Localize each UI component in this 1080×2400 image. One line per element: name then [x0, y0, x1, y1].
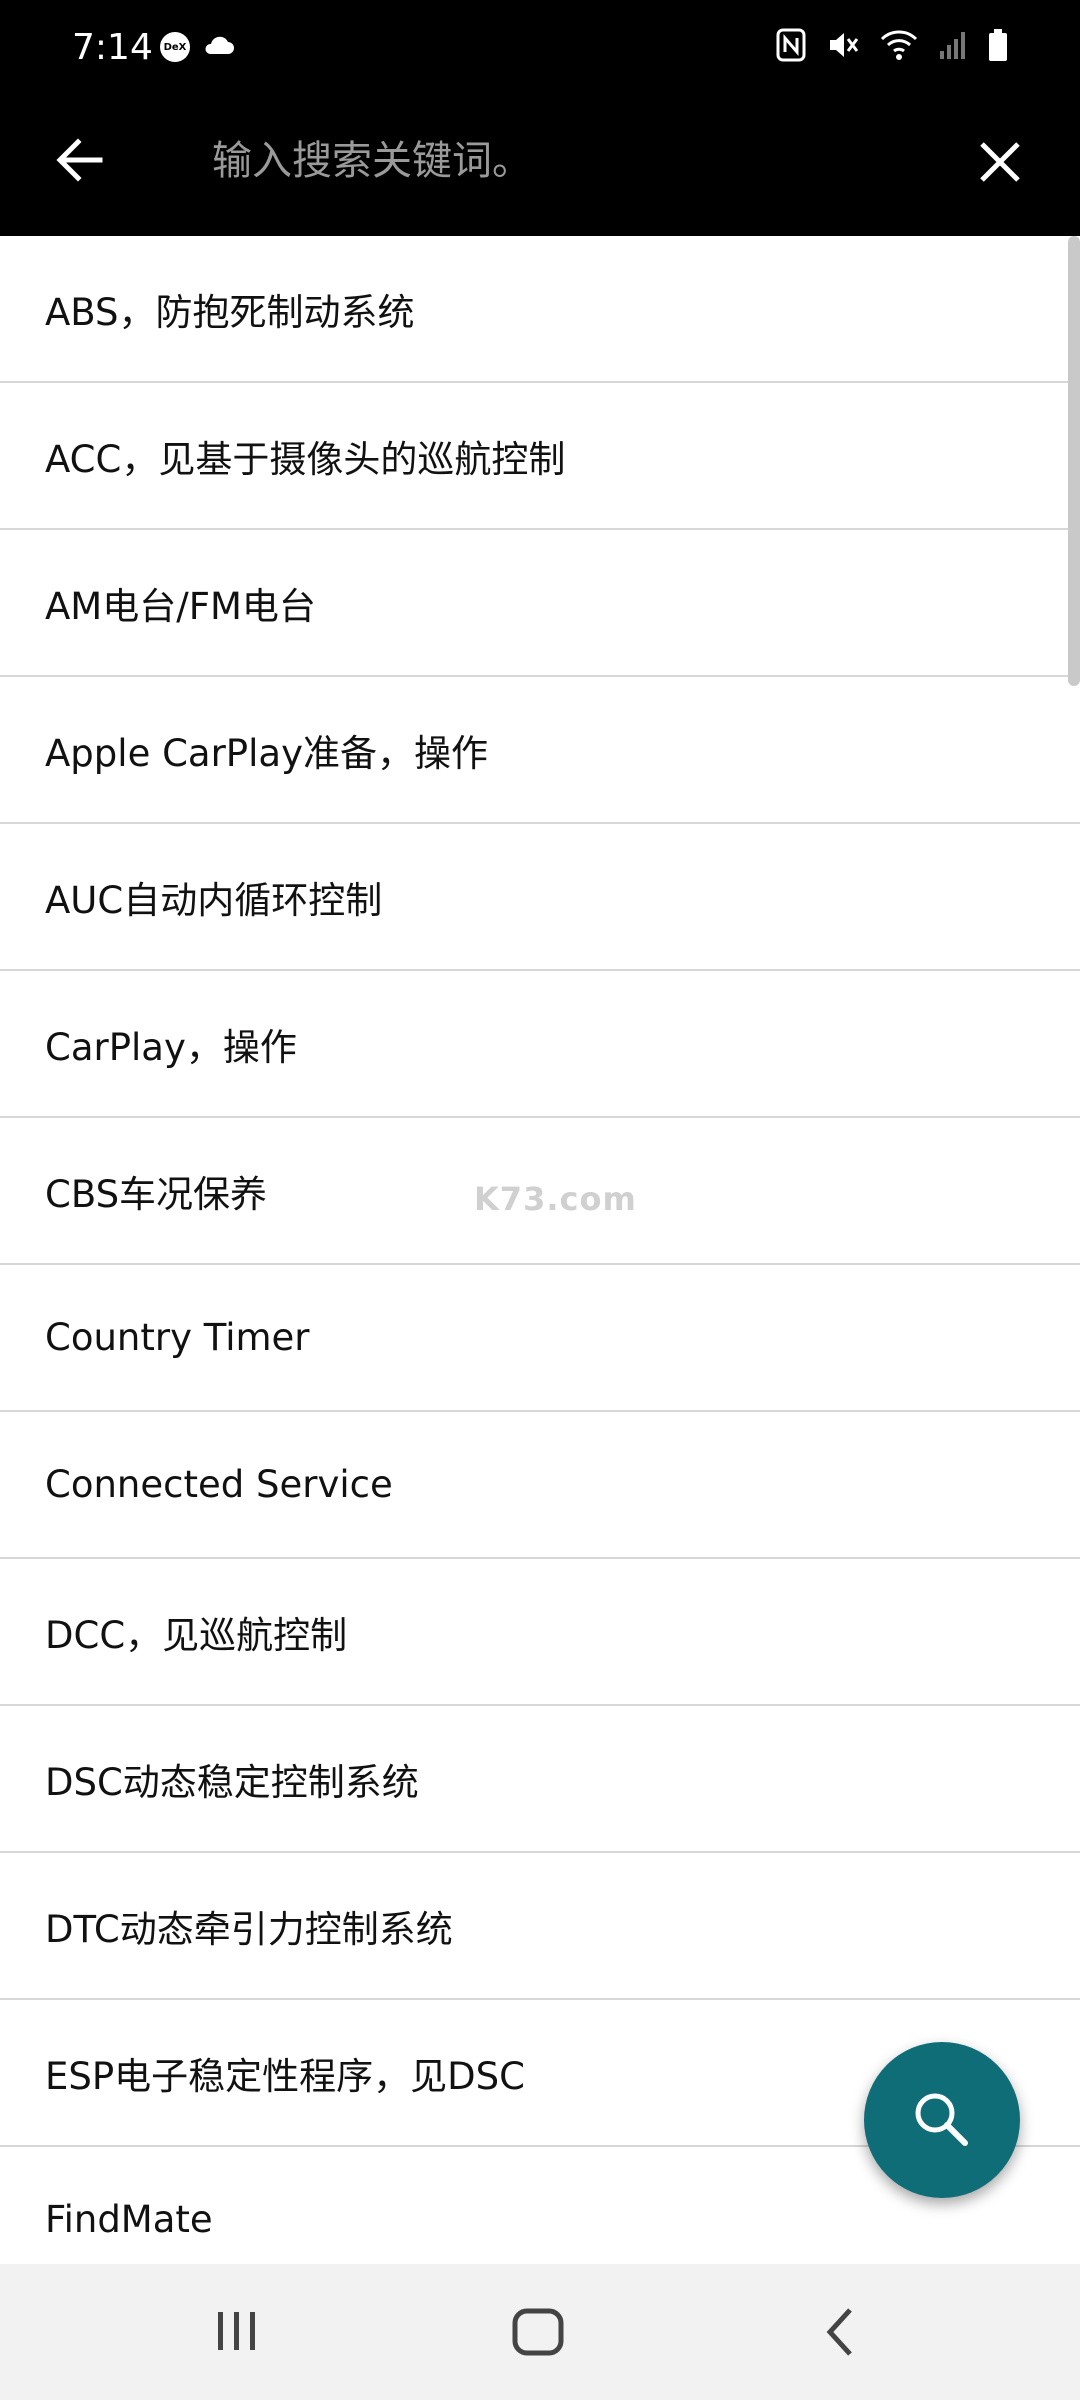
list-item-label: Country Timer [45, 1316, 310, 1359]
list-item[interactable]: Country Timer [0, 1265, 1080, 1412]
list-item[interactable]: DCC，见巡航控制 [0, 1559, 1080, 1706]
list-item-label: ESP电子稳定性程序，见DSC [45, 2054, 525, 2098]
status-icons [776, 28, 1008, 62]
search-app-bar [0, 96, 1080, 236]
back-icon[interactable] [820, 2304, 860, 2360]
search-input[interactable] [210, 126, 930, 196]
list-item-label: FindMate [45, 2198, 213, 2241]
scrollbar-thumb[interactable] [1068, 236, 1080, 686]
list-item-label: CarPlay，操作 [45, 1025, 297, 1069]
list-item-label: DCC，见巡航控制 [45, 1613, 348, 1657]
system-nav-bar [0, 2264, 1080, 2400]
list-item[interactable]: Apple CarPlay准备，操作 [0, 677, 1080, 824]
home-icon[interactable] [510, 2306, 566, 2358]
search-icon [915, 2093, 968, 2146]
list-item-label: Connected Service [45, 1463, 393, 1506]
list-item[interactable]: CarPlay，操作 [0, 971, 1080, 1118]
wifi-icon [880, 30, 918, 60]
cloud-icon [205, 36, 234, 54]
nfc-icon [776, 28, 806, 62]
list-item-label: ACC，见基于摄像头的巡航控制 [45, 437, 566, 481]
dex-icon: DeX [160, 32, 190, 62]
list-item-label: ABS，防抱死制动系统 [45, 290, 415, 334]
list-item-label: CBS车况保养 [45, 1172, 268, 1216]
list-item[interactable]: DSC动态稳定控制系统 [0, 1706, 1080, 1853]
status-time: 7:14 [72, 27, 153, 68]
list-item[interactable]: Connected Service [0, 1412, 1080, 1559]
list-item-label: DTC动态牵引力控制系统 [45, 1907, 453, 1951]
signal-icon [940, 32, 965, 59]
list-item[interactable]: ABS，防抱死制动系统 [0, 236, 1080, 383]
list-item-label: AM电台/FM电台 [45, 584, 316, 628]
mute-icon [830, 33, 859, 57]
list-item-label: AUC自动内循环控制 [45, 878, 383, 922]
arrow-left-icon[interactable] [50, 130, 110, 190]
search-fab-button[interactable] [864, 2042, 1020, 2198]
list-item-label: DSC动态稳定控制系统 [45, 1760, 419, 1804]
watermark: K73.com [474, 1180, 637, 1218]
list-item[interactable]: AUC自动内循环控制 [0, 824, 1080, 971]
close-icon[interactable] [970, 132, 1030, 192]
status-bar: 7:14 DeX [0, 0, 1080, 96]
battery-icon [989, 29, 1007, 61]
list-item[interactable]: DTC动态牵引力控制系统 [0, 1853, 1080, 2000]
index-list: ABS，防抱死制动系统 ACC，见基于摄像头的巡航控制 AM电台/FM电台 Ap… [0, 236, 1080, 2264]
list-item[interactable]: AM电台/FM电台 [0, 530, 1080, 677]
list-item[interactable]: ACC，见基于摄像头的巡航控制 [0, 383, 1080, 530]
list-item-label: Apple CarPlay准备，操作 [45, 731, 488, 775]
recent-apps-icon[interactable] [212, 2308, 262, 2354]
